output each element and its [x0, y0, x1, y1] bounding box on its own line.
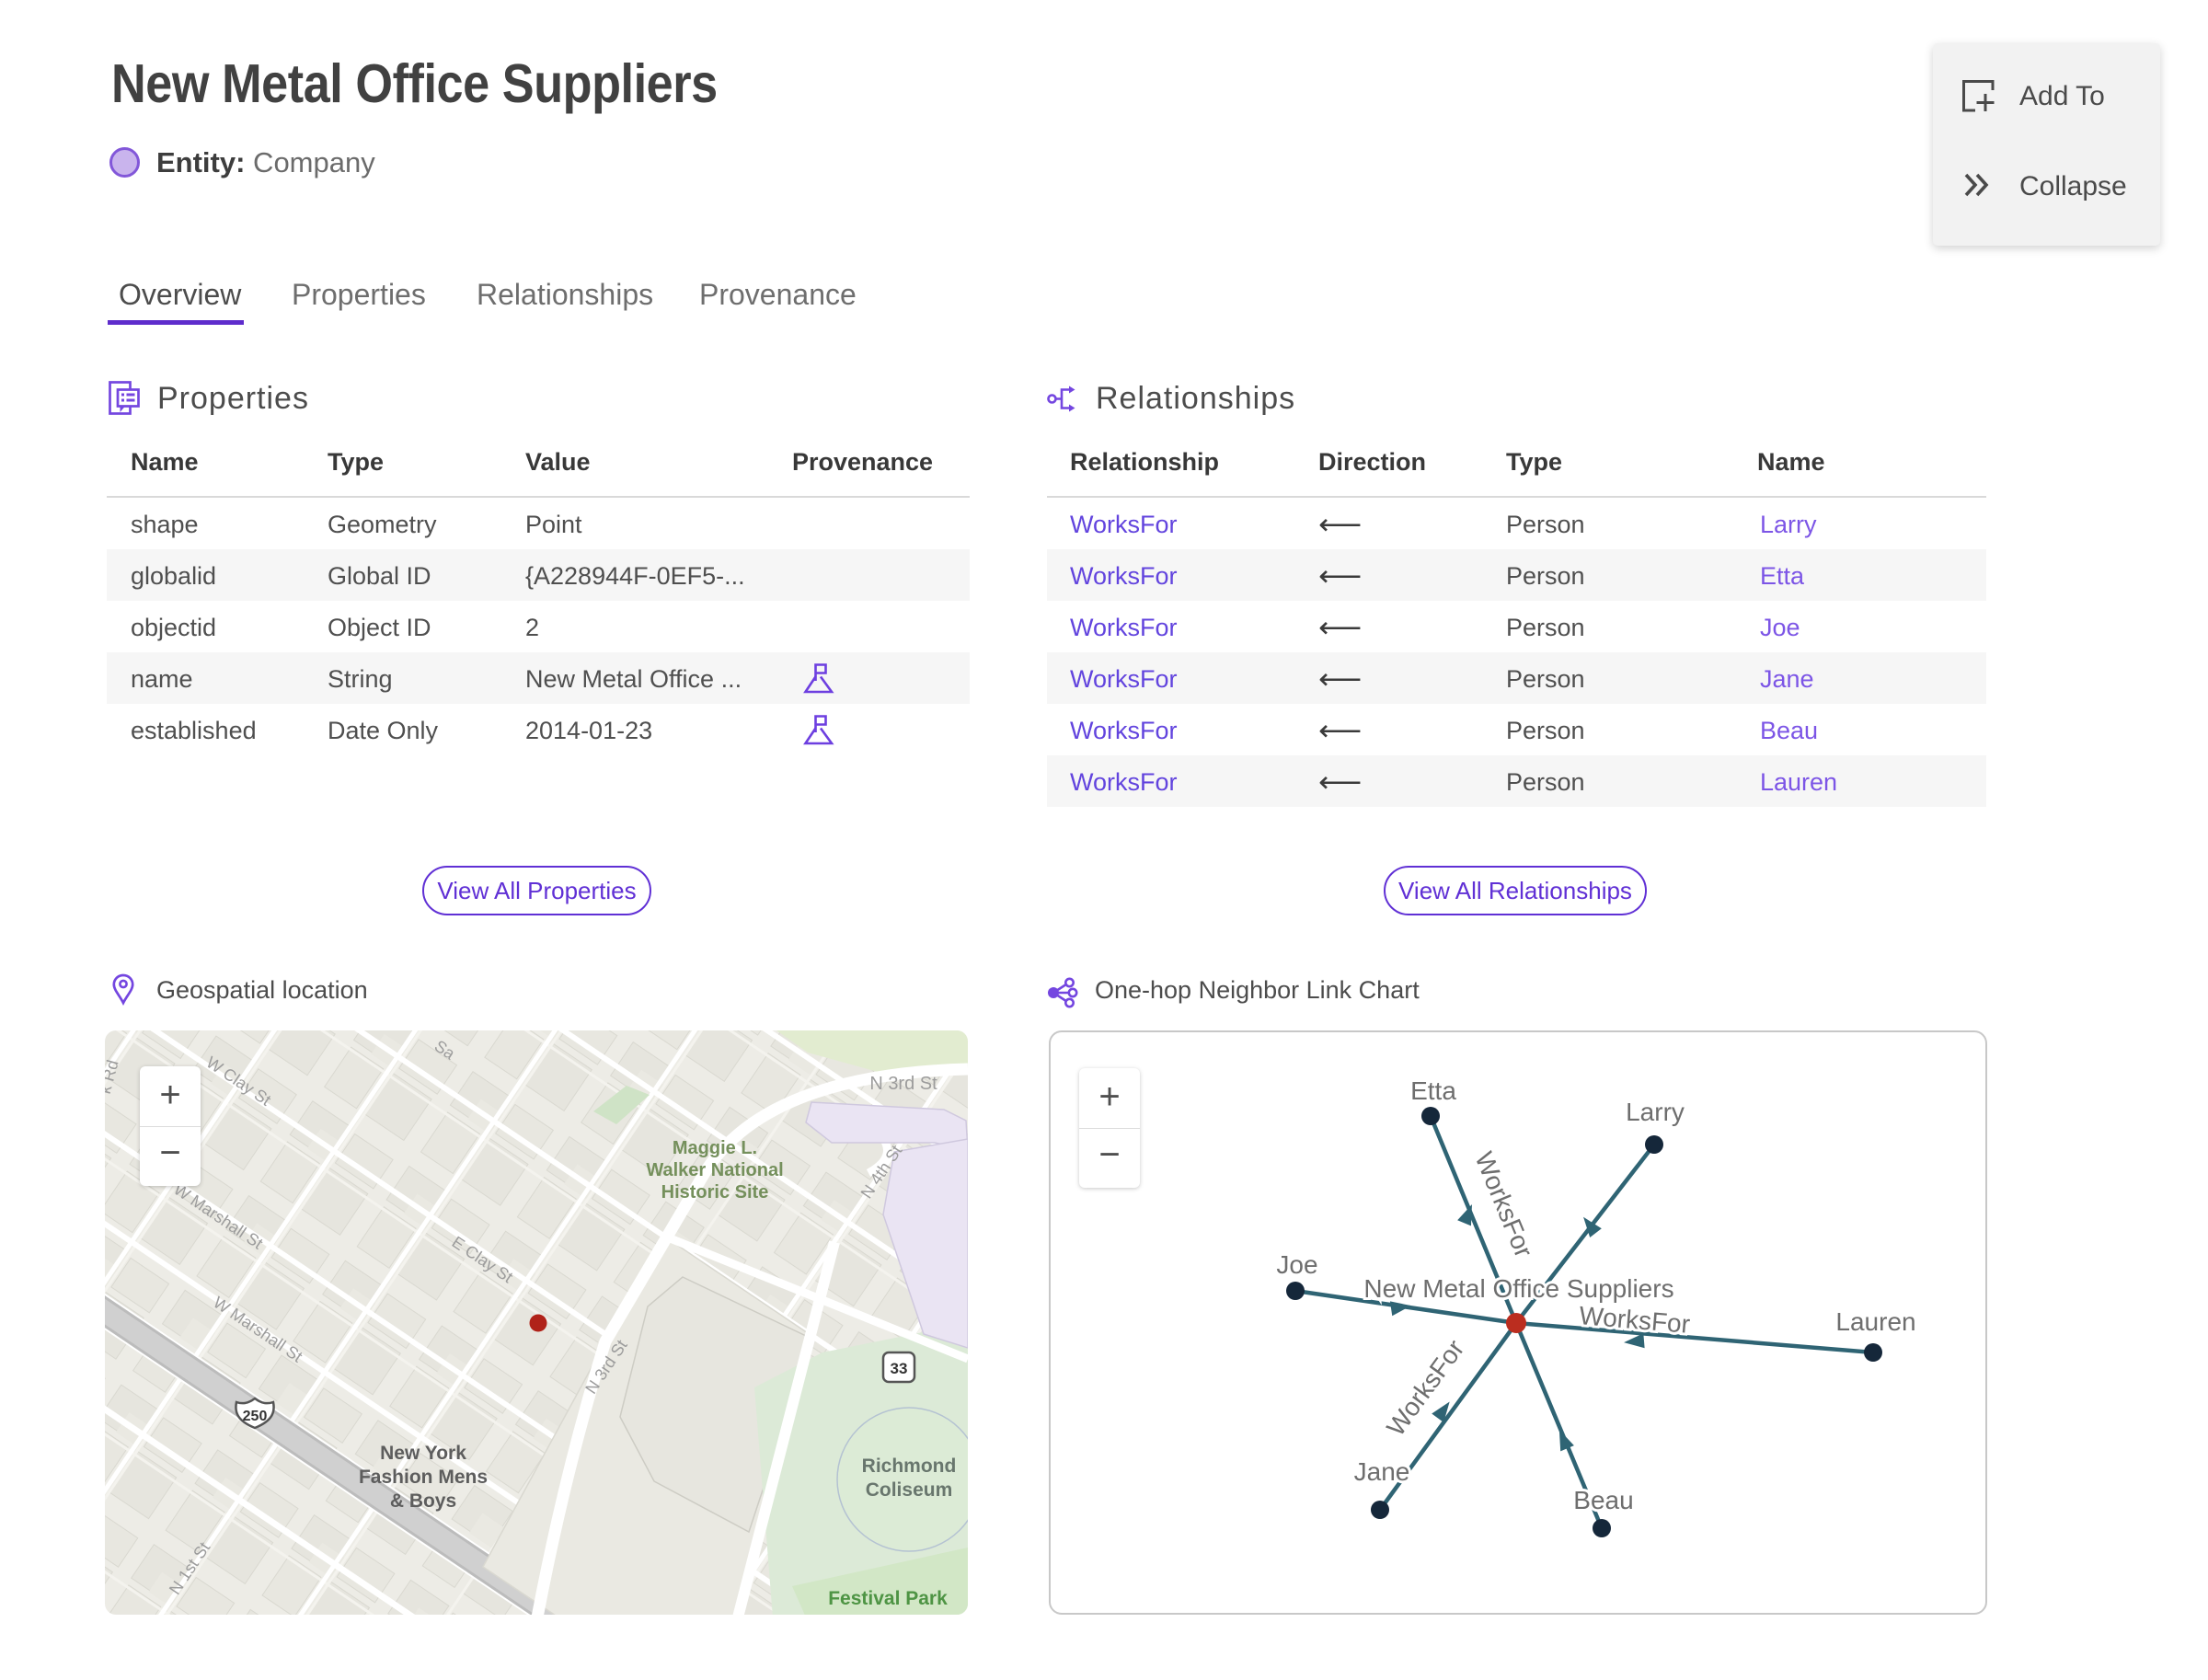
svg-text:Etta: Etta — [1410, 1076, 1456, 1105]
svg-text:WorksFor: WorksFor — [1381, 1334, 1469, 1441]
svg-text:Historic Site: Historic Site — [661, 1182, 769, 1202]
svg-text:250: 250 — [243, 1409, 268, 1424]
svg-text:Jane: Jane — [1354, 1457, 1410, 1486]
svg-text:Richmond: Richmond — [862, 1456, 957, 1477]
svg-text:New Metal Office Suppliers: New Metal Office Suppliers — [1363, 1274, 1673, 1303]
svg-text:Joe: Joe — [1276, 1250, 1317, 1279]
svg-text:N 3rd St: N 3rd St — [869, 1074, 937, 1094]
svg-text:Larry: Larry — [1626, 1098, 1685, 1126]
svg-text:Coliseum: Coliseum — [866, 1479, 953, 1501]
svg-text:Walker National: Walker National — [646, 1160, 783, 1180]
svg-text:Festival Park: Festival Park — [828, 1588, 948, 1609]
svg-text:WorksFor: WorksFor — [1469, 1148, 1538, 1261]
svg-text:WorksFor: WorksFor — [1578, 1301, 1691, 1339]
svg-text:& Boys: & Boys — [390, 1490, 456, 1512]
svg-text:Beau: Beau — [1573, 1486, 1633, 1514]
svg-text:Fashion Mens: Fashion Mens — [359, 1467, 488, 1488]
svg-text:33: 33 — [891, 1360, 908, 1377]
svg-text:New York: New York — [380, 1443, 466, 1464]
svg-text:Maggie L.: Maggie L. — [673, 1138, 757, 1158]
svg-text:Lauren: Lauren — [1835, 1307, 1915, 1336]
